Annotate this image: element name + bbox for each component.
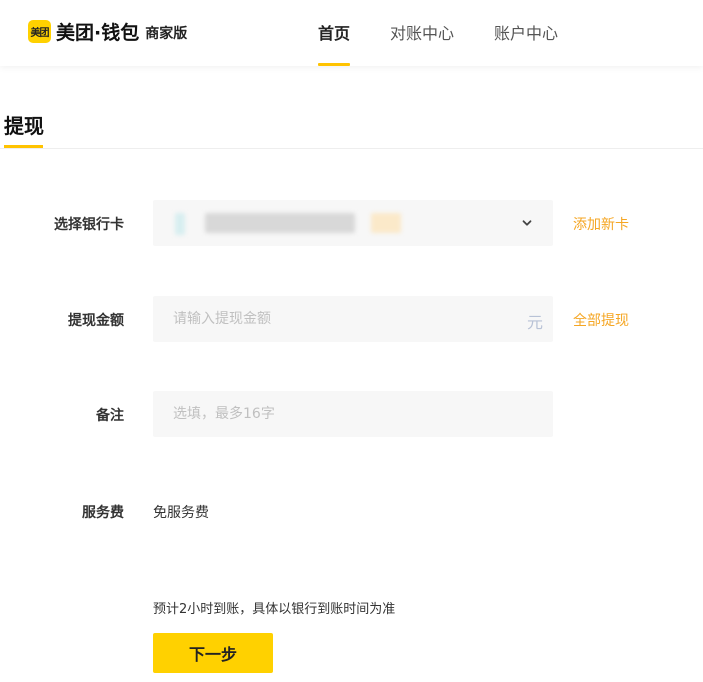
bank-logo-redacted: [175, 213, 185, 235]
amount-input[interactable]: [153, 296, 553, 342]
divider: [0, 148, 703, 149]
bank-card-number-redacted: [205, 213, 355, 233]
logo-text: 美团·钱包: [56, 21, 140, 44]
brand-logo[interactable]: 美团 美团·钱包 商家版: [28, 18, 187, 44]
bank-card-select[interactable]: [153, 200, 553, 246]
nav-item-account[interactable]: 账户中心: [494, 20, 558, 44]
chevron-down-icon: [522, 220, 532, 226]
page-title: 提现: [4, 114, 44, 138]
withdraw-all-link[interactable]: 全部提现: [573, 310, 629, 330]
bank-card-label: 选择银行卡: [54, 217, 124, 233]
add-new-card-link[interactable]: 添加新卡: [573, 214, 629, 234]
remark-input[interactable]: [153, 391, 553, 437]
fee-value: 免服务费: [153, 505, 209, 521]
nav-active-indicator: [318, 63, 350, 66]
bank-name-redacted: [371, 213, 401, 233]
fee-label: 服务费: [82, 505, 124, 521]
logo-subtitle: 商家版: [145, 25, 188, 42]
next-step-button[interactable]: 下一步: [153, 633, 273, 673]
amount-field: 元: [153, 296, 553, 342]
top-header: 美团 美团·钱包 商家版 首页 对账中心 账户中心: [0, 0, 703, 66]
remark-label: 备注: [96, 408, 124, 424]
nav-item-reconciliation[interactable]: 对账中心: [390, 20, 454, 44]
arrival-hint: 预计2小时到账，具体以银行到账时间为准: [153, 602, 396, 617]
meituan-logo-icon: 美团: [28, 19, 51, 43]
amount-label: 提现金额: [68, 313, 124, 329]
currency-unit: 元: [526, 313, 543, 332]
remark-field: [153, 391, 553, 437]
nav-item-home[interactable]: 首页: [318, 20, 350, 44]
